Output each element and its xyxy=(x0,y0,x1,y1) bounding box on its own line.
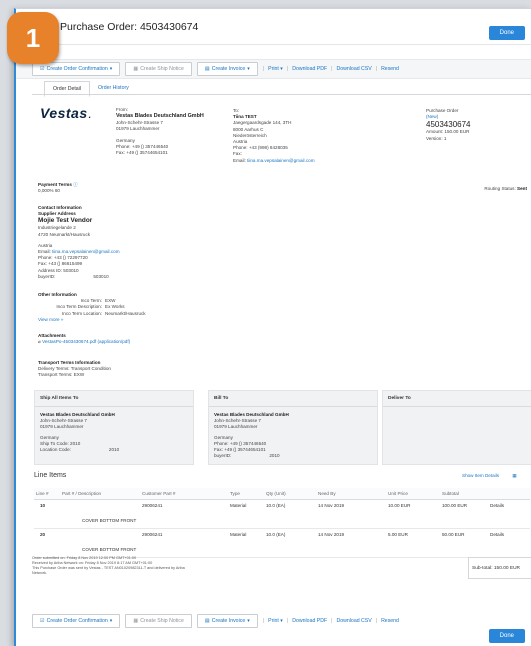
bill-to-box: Bill To Vestas Blades Deutschland GmbH J… xyxy=(208,390,378,465)
page-title: Purchase Order: 4503430674 xyxy=(60,20,199,33)
download-csv-link[interactable]: Download CSV xyxy=(337,66,372,72)
line-items-table: Line # Part # / Description Customer Par… xyxy=(34,488,530,558)
from-address: From: Vestas Blades Deutschland GmbH Joh… xyxy=(116,107,204,156)
create-ship-notice-button[interactable]: ▦ Create Ship Notice xyxy=(125,62,192,76)
routing-status: Routing Status: Sent xyxy=(484,186,527,191)
invoice-icon: ▤ xyxy=(204,618,210,624)
purchase-order-window: Purchase Order: 4503430674 Done ☑ Create… xyxy=(14,8,531,646)
line-items-controls: Show Item Details ▦ xyxy=(462,473,517,479)
print-link[interactable]: Print ▾ xyxy=(268,66,283,72)
vestas-logo: Vestas. xyxy=(40,105,92,121)
download-pdf-link[interactable]: Download PDF xyxy=(292,66,327,72)
chevron-down-icon: ▾ xyxy=(109,66,113,72)
po-number: 4503430674 xyxy=(426,120,471,130)
chevron-down-icon: ▾ xyxy=(109,618,113,624)
view-more-link[interactable]: View more » xyxy=(38,317,146,323)
action-toolbar-top: ☑ Create Order Confirmation ▾ ▦ Create S… xyxy=(16,59,531,79)
supplier-email-link[interactable]: tiina.ma.vepsalainen@gmail.com xyxy=(52,249,119,254)
done-button-top[interactable]: Done xyxy=(488,26,525,40)
po-summary: Purchase Order (New) 4503430674 Amount: … xyxy=(426,108,471,141)
document-check-icon: ☑ xyxy=(40,66,45,72)
step-number-badge: 1 xyxy=(7,12,59,64)
transport-terms: Transport Terms Information Delivery Ter… xyxy=(38,360,111,378)
table-settings-icon[interactable]: ▦ xyxy=(512,473,516,478)
logo-mark-icon: . xyxy=(88,110,92,120)
info-icon[interactable]: ⓘ xyxy=(73,182,78,187)
paperclip-icon: ⌀ xyxy=(38,339,41,345)
table-row: 10 29006241 Material 10.0 (EA) 14 Nov 20… xyxy=(34,500,530,512)
to-address: To: Tiina TEST Jaegergaardsgade 144, 3TH… xyxy=(233,108,315,163)
chevron-down-icon: ▾ xyxy=(247,618,250,624)
truck-icon: ▦ xyxy=(133,66,139,72)
print-link-bottom[interactable]: Print ▾ xyxy=(268,618,283,624)
title-bar: Purchase Order: 4503430674 Done xyxy=(16,9,531,45)
to-email-link[interactable]: tiina.ma.vepsalainen@gmail.com xyxy=(247,158,314,163)
order-footnotes: Order submitted on: Friday 8 Nov 2019 12… xyxy=(32,556,185,575)
document-check-icon: ☑ xyxy=(40,618,45,624)
other-information: Other Information Inco Term: EXW Inco Ter… xyxy=(38,292,146,323)
create-invoice-button-bottom[interactable]: ▤ Create Invoice ▾ xyxy=(196,614,258,628)
invoice-icon: ▤ xyxy=(204,66,210,72)
details-link[interactable]: Details xyxy=(488,500,530,512)
done-button-bottom[interactable]: Done xyxy=(488,629,525,643)
download-pdf-link-bottom[interactable]: Download PDF xyxy=(292,618,327,624)
show-item-details-link[interactable]: Show Item Details xyxy=(462,473,499,478)
subtotal-box: Sub-total: 150.00 EUR xyxy=(468,557,531,579)
payment-terms: Payment Terms ⓘ 0,000% 60 xyxy=(38,182,78,194)
table-row: 20 29006241 Material 10.0 (EA) 14 Nov 20… xyxy=(34,529,530,541)
resend-link[interactable]: Resend xyxy=(381,66,399,72)
attachments: Attachments ⌀ VestasPo-4503430674.pdf (a… xyxy=(38,333,131,345)
table-row-description: COVER BOTTOM FRONT xyxy=(34,540,530,558)
create-invoice-button[interactable]: ▤ Create Invoice ▾ xyxy=(196,62,258,76)
ship-to-box: Ship All Items To Vestas Blades Deutschl… xyxy=(34,390,194,465)
create-order-confirmation-button-bottom[interactable]: ☑ Create Order Confirmation ▾ xyxy=(32,614,121,628)
create-ship-notice-button-bottom[interactable]: ▦ Create Ship Notice xyxy=(125,614,192,628)
chevron-down-icon: ▾ xyxy=(247,66,250,72)
contact-information: Contact Information Supplier Address Moj… xyxy=(38,205,120,279)
truck-icon: ▦ xyxy=(133,618,139,624)
chevron-down-icon: ▾ xyxy=(280,618,283,624)
deliver-to-box: Deliver To xyxy=(382,390,531,465)
details-link[interactable]: Details xyxy=(488,529,530,541)
download-csv-link-bottom[interactable]: Download CSV xyxy=(337,618,372,624)
attachment-link[interactable]: VestasPo-4503430674.pdf (application/pdf… xyxy=(42,339,130,344)
create-order-confirmation-button[interactable]: ☑ Create Order Confirmation ▾ xyxy=(32,62,121,76)
line-items-title: Line Items xyxy=(34,472,67,479)
chevron-down-icon: ▾ xyxy=(280,66,283,72)
resend-link-bottom[interactable]: Resend xyxy=(381,618,399,624)
action-toolbar-bottom: ☑ Create Order Confirmation ▾ ▦ Create S… xyxy=(16,612,531,630)
table-row-description: COVER BOTTOM FRONT xyxy=(34,511,530,529)
